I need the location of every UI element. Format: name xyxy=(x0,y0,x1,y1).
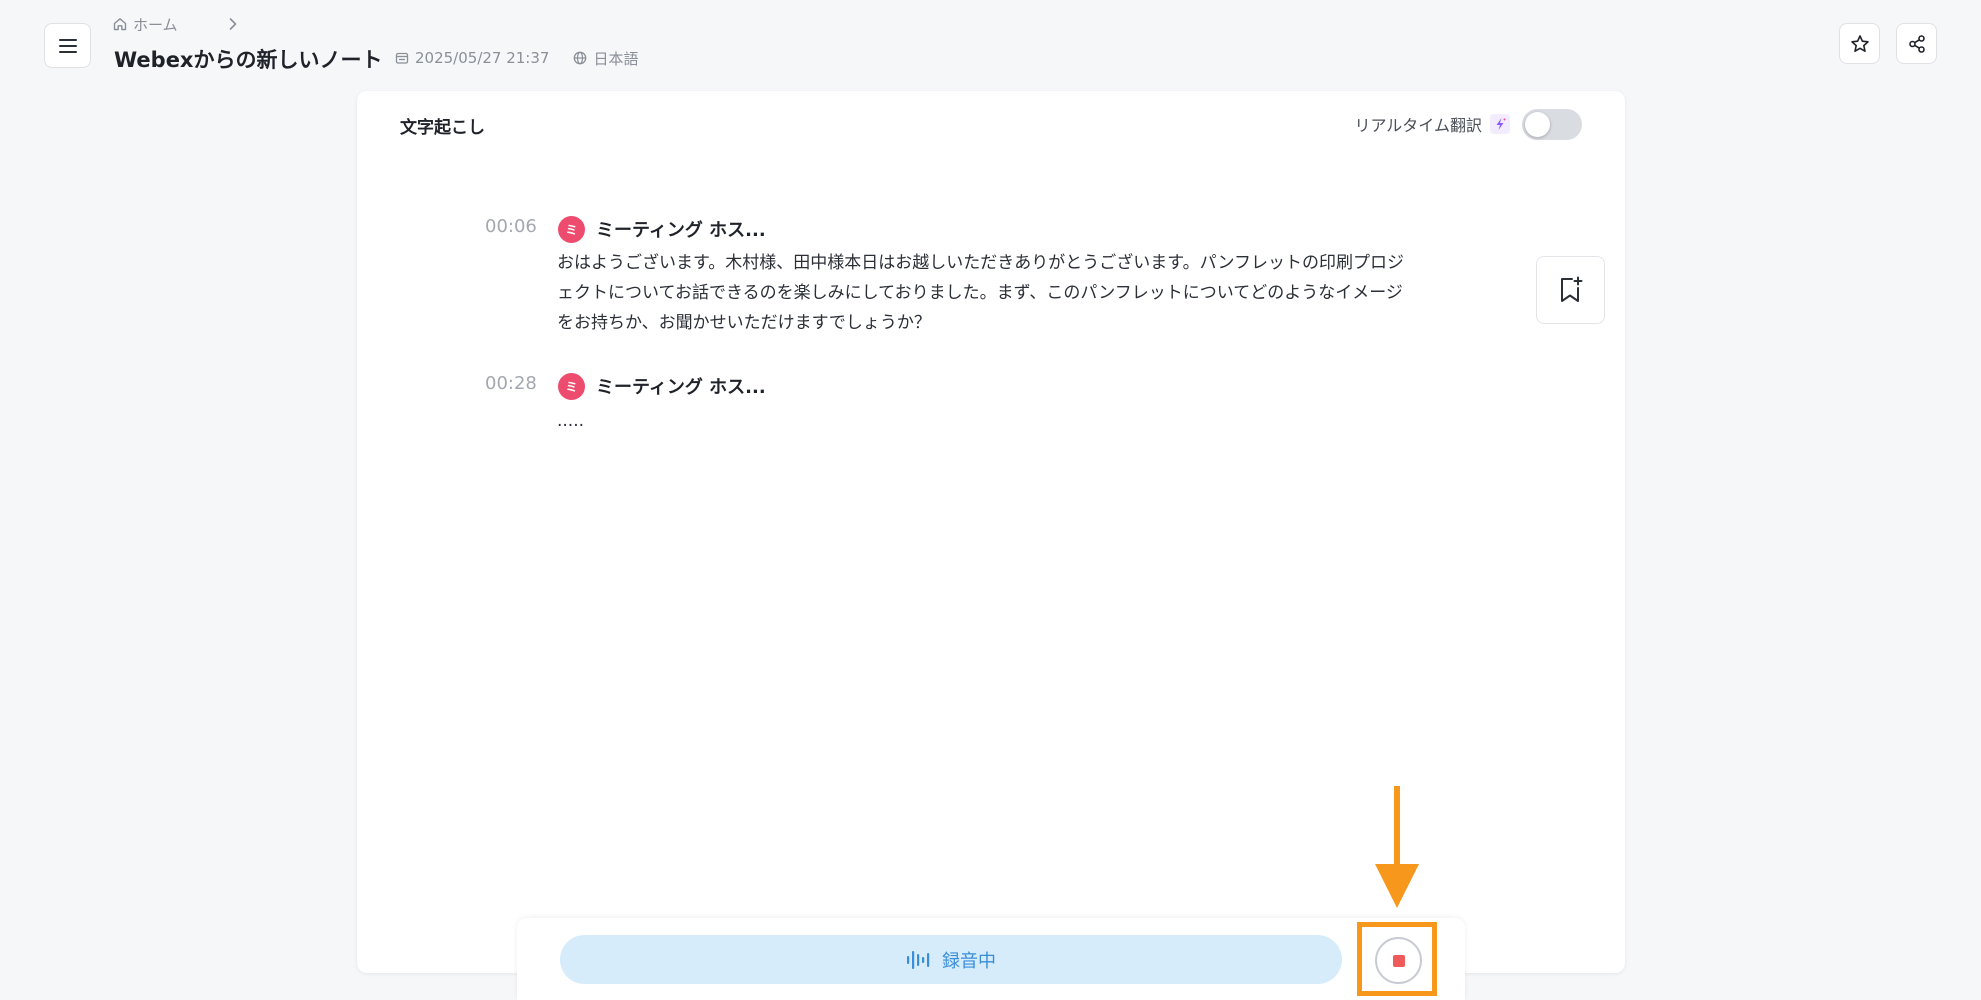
recording-status-label: 録音中 xyxy=(942,950,996,972)
page-title[interactable]: Webexからの新しいノート xyxy=(114,44,382,74)
realtime-translation: リアルタイム翻訳 xyxy=(1354,108,1582,140)
breadcrumb-home-link[interactable]: ホーム xyxy=(133,14,178,35)
entry-text: ..... xyxy=(557,411,585,431)
breadcrumb: ホーム xyxy=(113,13,238,35)
entry-text: おはようございます。木村様、田中様本日はお越しいただきありがとうございます。パン… xyxy=(557,253,1404,333)
share-icon xyxy=(1908,34,1925,53)
menu-icon xyxy=(58,38,77,53)
speaker-name[interactable]: ミーティング ホス... xyxy=(596,373,766,399)
chevron-right-icon xyxy=(229,18,236,30)
stop-button-highlight xyxy=(1357,922,1437,996)
transcript-title: 文字起こし xyxy=(400,118,485,138)
globe-icon xyxy=(574,51,587,65)
star-icon xyxy=(1850,34,1869,52)
realtime-translation-toggle[interactable] xyxy=(1522,108,1582,140)
waveform-icon xyxy=(907,950,930,969)
recording-panel: 録音中 xyxy=(517,918,1465,1000)
note-language[interactable]: 日本語 xyxy=(593,48,638,69)
calendar-icon xyxy=(395,52,409,64)
speaker-avatar: ミ xyxy=(558,373,585,400)
transcript-card: 文字起こし リアルタイム翻訳 00:06 ミ ミーティング ホス... おはよう… xyxy=(357,91,1625,973)
menu-button[interactable] xyxy=(44,23,91,68)
add-bookmark-button[interactable] xyxy=(1536,256,1605,324)
sparkle-icon xyxy=(1490,114,1510,134)
entry-timestamp[interactable]: 00:06 xyxy=(485,216,541,237)
note-meta: 2025/05/27 21:37 日本語 xyxy=(395,47,638,69)
speaker-name[interactable]: ミーティング ホス... xyxy=(596,216,766,242)
bookmark-add-icon xyxy=(1560,276,1582,302)
favorite-button[interactable] xyxy=(1839,23,1880,64)
down-arrow-annotation xyxy=(1375,786,1419,908)
home-icon xyxy=(113,18,127,31)
recording-status-bar[interactable]: 録音中 xyxy=(560,935,1342,984)
speaker-avatar: ミ xyxy=(558,216,585,243)
entry-timestamp[interactable]: 00:28 xyxy=(485,373,541,394)
share-button[interactable] xyxy=(1896,23,1937,64)
toggle-knob xyxy=(1525,111,1550,137)
realtime-translation-label: リアルタイム翻訳 xyxy=(1354,116,1482,135)
note-datetime: 2025/05/27 21:37 xyxy=(415,49,550,67)
